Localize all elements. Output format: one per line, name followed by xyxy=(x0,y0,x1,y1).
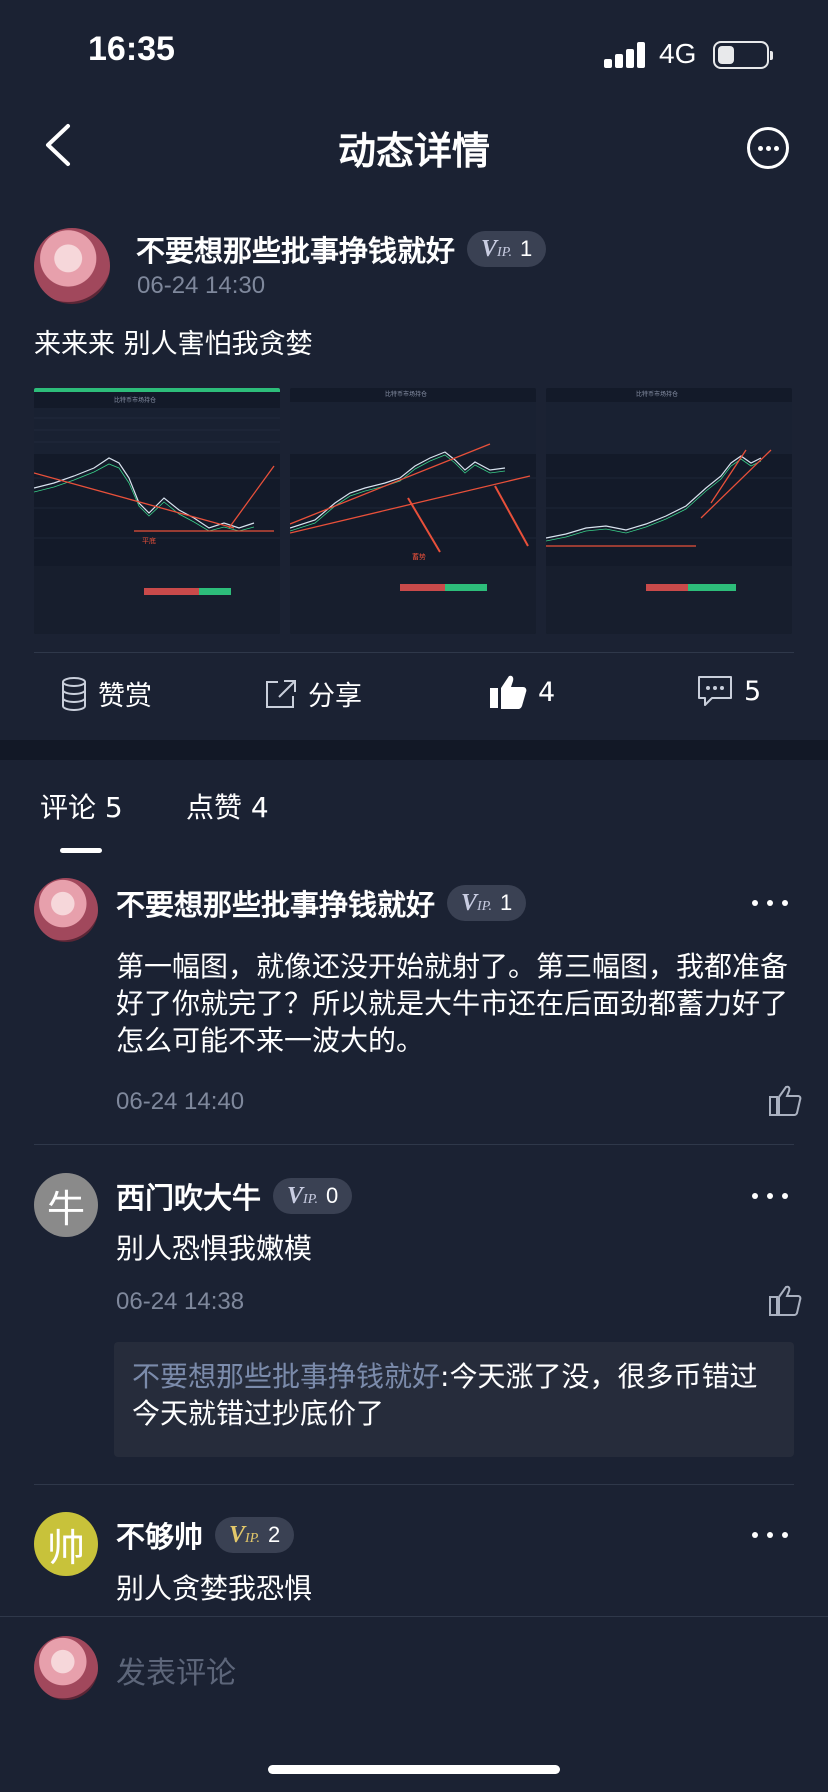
comment-avatar[interactable]: 帅 xyxy=(34,1512,98,1576)
post-image-3[interactable]: 比特币市场持仓 xyxy=(546,388,792,634)
chart-annotation: 平底 xyxy=(142,536,156,545)
comment-like-icon[interactable] xyxy=(768,1085,802,1117)
comment-more-icon[interactable] xyxy=(752,1532,788,1540)
vip-badge: VIP. 2 xyxy=(215,1517,295,1553)
chart-title: 比特币市场持仓 xyxy=(636,390,678,398)
my-avatar xyxy=(34,1636,98,1700)
vip-icon: VIP. xyxy=(287,1182,318,1209)
like-button[interactable]: 4 xyxy=(488,674,555,710)
chart-title: 比特币市场持仓 xyxy=(385,390,427,398)
comment-time: 06-24 14:40 xyxy=(116,1088,245,1115)
battery-icon xyxy=(713,41,773,69)
comment-icon xyxy=(698,676,732,706)
home-indicator[interactable] xyxy=(268,1765,560,1774)
vip-icon: VIP. xyxy=(481,235,512,262)
comment-author[interactable]: 西门吹大牛 xyxy=(116,1175,261,1217)
vip-badge: VIP. 1 xyxy=(467,231,547,267)
coins-icon xyxy=(62,676,86,711)
comments-count: 5 xyxy=(744,675,762,707)
tab-likes[interactable]: 点赞 4 xyxy=(186,786,269,826)
comment-button[interactable]: 5 xyxy=(696,674,761,708)
chart-title: 比特币市场持仓 xyxy=(114,396,156,404)
status-time: 16:35 xyxy=(88,30,175,68)
comment-header: 不够帅 VIP. 2 xyxy=(116,1514,295,1556)
post-time: 06-24 14:30 xyxy=(137,272,266,299)
tab-indicator xyxy=(60,848,102,853)
post-image-1[interactable]: 比特币市场持仓 平底 xyxy=(34,388,280,634)
comment-header: 西门吹大牛 VIP. 0 xyxy=(116,1175,353,1217)
comment-author[interactable]: 不够帅 xyxy=(116,1514,203,1556)
tab-comments[interactable]: 评论 5 xyxy=(40,786,123,826)
page-title: 动态详情 xyxy=(337,129,490,173)
comment-text: 别人恐惧我嫩模 xyxy=(116,1232,313,1265)
reply-user[interactable]: 不要想那些批事挣钱就好 xyxy=(132,1360,440,1393)
divider xyxy=(34,1484,794,1485)
comment-header: 不要想那些批事挣钱就好 VIP. 1 xyxy=(116,882,527,924)
vip-badge: VIP. 1 xyxy=(447,885,527,921)
network-type: 4G xyxy=(659,38,697,69)
comment-text: 第一幅图，就像还没开始就射了。第三幅图，我都准备好了你就完了？所以就是大牛市还在… xyxy=(116,950,789,1057)
post-text: 来来来 别人害怕我贪婪 xyxy=(34,329,313,360)
author-avatar[interactable] xyxy=(34,228,110,304)
more-options-icon[interactable] xyxy=(747,127,789,169)
comment-more-icon[interactable] xyxy=(752,900,788,908)
section-separator xyxy=(0,740,828,760)
signal-icon xyxy=(604,42,646,68)
thumbs-up-icon xyxy=(490,675,527,709)
author-name[interactable]: 不要想那些批事挣钱就好 xyxy=(136,228,455,270)
vip-icon: VIP. xyxy=(461,889,492,916)
vip-badge: VIP. 0 xyxy=(273,1178,353,1214)
comment-time: 06-24 14:38 xyxy=(116,1288,245,1315)
comment-like-icon[interactable] xyxy=(768,1285,802,1317)
divider xyxy=(34,652,794,653)
post-image-2[interactable]: 比特币市场持仓 蓄势 xyxy=(290,388,536,634)
reply-box[interactable]: 不要想那些批事挣钱就好:今天涨了没，很多币错过今天就错过抄底价了 xyxy=(114,1342,794,1457)
comment-avatar[interactable] xyxy=(34,878,98,942)
comment-author[interactable]: 不要想那些批事挣钱就好 xyxy=(116,882,435,924)
likes-count: 4 xyxy=(538,676,556,708)
reward-button[interactable]: 赞赏 xyxy=(60,674,152,713)
comment-more-icon[interactable] xyxy=(752,1193,788,1201)
share-button[interactable]: 分享 xyxy=(264,674,362,713)
chart-annotation: 蓄势 xyxy=(412,552,426,561)
comment-text: 别人贪婪我恐惧 xyxy=(116,1572,313,1605)
comment-avatar[interactable]: 牛 xyxy=(34,1173,98,1237)
share-icon xyxy=(266,679,296,708)
vip-icon: VIP. xyxy=(229,1521,260,1548)
comment-input[interactable]: 发表评论 xyxy=(116,1648,236,1692)
divider xyxy=(34,1144,794,1145)
